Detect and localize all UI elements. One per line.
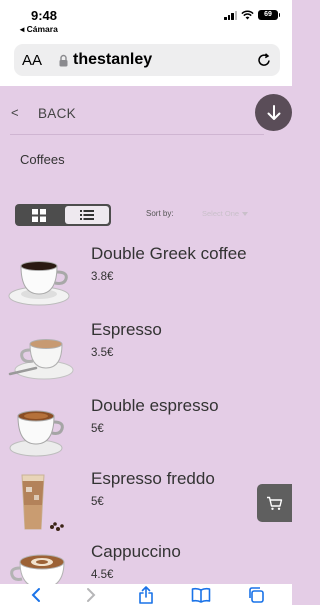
reload-icon[interactable] — [256, 52, 272, 68]
tabs-button[interactable] — [244, 585, 268, 605]
sort-label: Sort by: — [146, 209, 174, 218]
tabs-icon — [249, 586, 265, 603]
product-item[interactable]: Double Greek coffee 3.8€ — [0, 244, 292, 312]
url-domain: thestanley — [73, 51, 153, 68]
url-field[interactable]: AA thestanley — [14, 44, 280, 76]
cellular-signal-icon — [224, 10, 237, 20]
scroll-down-button[interactable] — [255, 94, 292, 131]
battery-icon: 69 — [258, 10, 280, 20]
menu-page: < BACK Coffees Sort by: Select One Doubl… — [0, 86, 292, 584]
product-name: Double espresso — [91, 396, 219, 415]
status-time: 9:48 — [31, 8, 58, 23]
cart-button[interactable] — [257, 484, 292, 522]
list-view-button[interactable] — [65, 206, 109, 224]
back-row: < BACK — [0, 86, 292, 138]
double-greek-coffee-image — [8, 261, 70, 306]
espresso-freddo-image — [21, 474, 64, 531]
sort-select-value: Select One — [202, 209, 240, 218]
product-name: Double Greek coffee — [91, 244, 247, 263]
share-icon — [139, 585, 153, 604]
chevron-left-icon — [31, 587, 40, 602]
product-item[interactable]: Cappuccino 4.5€ — [0, 542, 292, 584]
category-title: Coffees — [20, 152, 65, 167]
back-nav-button[interactable] — [24, 585, 48, 605]
grid-view-button[interactable] — [15, 204, 63, 226]
product-price: 3.8€ — [91, 271, 114, 283]
view-toggle — [15, 204, 111, 226]
status-bar: 9:48 ◂ Cámara 69 — [0, 0, 292, 38]
double-espresso-image — [9, 410, 64, 457]
text-size-button[interactable]: AA — [22, 52, 42, 69]
bookmarks-button[interactable] — [189, 585, 213, 605]
product-item[interactable]: Double espresso 5€ — [0, 396, 292, 464]
espresso-image — [8, 339, 74, 380]
back-divider — [10, 134, 264, 135]
book-icon — [191, 587, 211, 603]
product-price: 4.5€ — [91, 569, 114, 581]
caret-down-icon — [242, 212, 249, 217]
product-price: 5€ — [91, 423, 104, 435]
sort-select[interactable]: Select One — [202, 209, 249, 218]
chevron-right-icon — [86, 587, 96, 602]
status-icons: 69 — [224, 10, 280, 20]
product-name: Cappuccino — [91, 542, 181, 561]
back-button[interactable]: BACK — [38, 106, 76, 121]
product-item[interactable]: Espresso 3.5€ — [0, 320, 292, 388]
product-item[interactable]: Espresso freddo 5€ — [0, 469, 292, 537]
back-chevron-icon[interactable]: < — [11, 105, 19, 120]
product-price: 3.5€ — [91, 347, 114, 359]
list-view-icon — [80, 210, 94, 220]
shopping-cart-icon — [267, 496, 283, 510]
browser-toolbar — [0, 584, 292, 605]
product-price: 5€ — [91, 496, 104, 508]
browser-address-bar: AA thestanley — [0, 38, 292, 86]
share-button[interactable] — [134, 585, 158, 605]
lock-icon — [59, 54, 68, 67]
product-name: Espresso — [91, 320, 162, 339]
cappuccino-image — [10, 554, 65, 584]
back-to-app-link[interactable]: ◂ Cámara — [20, 24, 58, 35]
grid-view-icon — [32, 208, 46, 222]
product-name: Espresso freddo — [91, 469, 215, 488]
arrow-down-icon — [267, 104, 280, 120]
forward-nav-button[interactable] — [79, 585, 103, 605]
wifi-icon — [241, 10, 254, 20]
